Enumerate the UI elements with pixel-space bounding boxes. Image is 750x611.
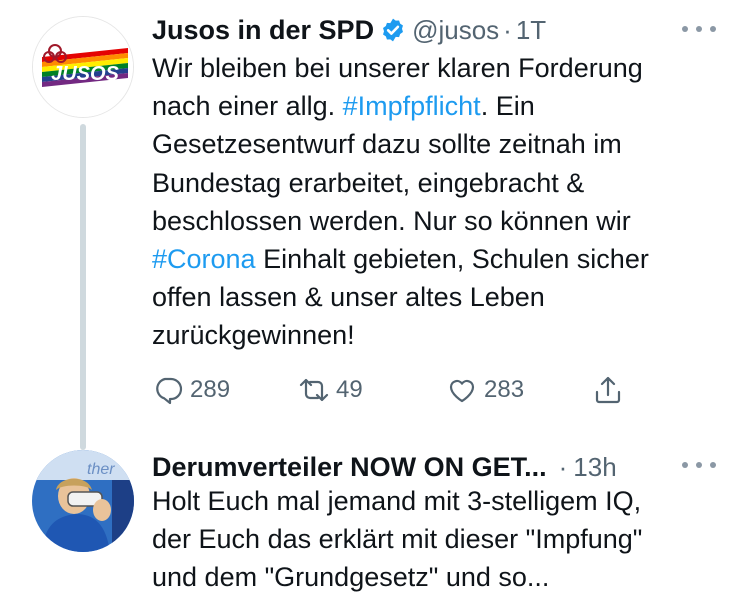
display-name[interactable]: Derumverteiler NOW ON GET... bbox=[152, 452, 547, 483]
tweet-text-segment: beschlossen werden. Nur so können wir bbox=[152, 205, 631, 236]
tweet-text-line: Wir bleiben bei unserer klaren Forderung bbox=[152, 49, 737, 87]
retweet-button[interactable]: 49 bbox=[298, 370, 363, 410]
tweet[interactable]: JUSOS Jusos in der SPD @jusos · 1T Wir b… bbox=[0, 0, 750, 450]
tweet-text-segment: Wir bleiben bei unserer klaren Forderung bbox=[152, 53, 643, 83]
tweet-text-line: und dem "Grundgesetz" und so... bbox=[152, 558, 737, 596]
like-button[interactable]: 283 bbox=[446, 370, 524, 410]
tweet-text-line: Gesetzesentwurf dazu sollte zeitnah im bbox=[152, 125, 737, 163]
tweet-text-line: nach einer allg. #Impfpflicht. Ein bbox=[152, 87, 737, 125]
separator-dot: · bbox=[558, 451, 568, 482]
hashtag-link[interactable]: #Corona bbox=[152, 244, 256, 274]
reply-icon bbox=[156, 377, 183, 405]
tweet-header: Derumverteiler NOW ON GET... · 13h bbox=[152, 449, 617, 485]
tweet-text: Holt Euch mal jemand mit 3-stelligem IQ,… bbox=[152, 482, 737, 597]
tweet-text-line: Bundestag erarbeitet, eingebracht & bbox=[152, 164, 737, 202]
tweet-text-line: Holt Euch mal jemand mit 3-stelligem IQ, bbox=[152, 482, 737, 520]
tweet-text-segment: Holt Euch mal jemand mit 3-stelligem IQ, bbox=[152, 486, 642, 516]
avatar-jusos[interactable]: JUSOS bbox=[32, 16, 134, 118]
tweet-text-line: #Corona Einhalt gebieten, Schulen sicher bbox=[152, 240, 737, 278]
retweet-icon bbox=[299, 378, 329, 402]
verified-badge-icon bbox=[383, 18, 404, 42]
tweet-text-segment: der Euch das erklärt mit dieser "Impfung… bbox=[152, 524, 643, 555]
display-name[interactable]: Jusos in der SPD bbox=[152, 15, 374, 46]
separator-dot: · bbox=[503, 14, 512, 45]
tweet[interactable]: ther Derumverteiler NOW ON GET... · 13h … bbox=[0, 440, 750, 611]
hashtag-link[interactable]: #Impfpflicht bbox=[343, 91, 481, 121]
tweet-text-line: der Euch das erklärt mit dieser "Impfung… bbox=[152, 520, 737, 558]
tweet-text-line: offen lassen & unser altes Leben bbox=[152, 278, 737, 316]
tweet-actions: 289 49 283 bbox=[152, 370, 632, 410]
jusos-logo: JUSOS bbox=[33, 17, 133, 117]
tweet-text-segment: . Ein bbox=[480, 91, 535, 122]
tweet-text-segment: nach einer allg. bbox=[152, 91, 343, 122]
profile-photo: ther bbox=[32, 450, 134, 552]
tweet-text-segment: Bundestag erarbeitet, eingebracht & bbox=[152, 167, 585, 198]
timestamp[interactable]: 13h bbox=[573, 452, 616, 483]
username[interactable]: @jusos bbox=[412, 15, 499, 46]
share-button[interactable] bbox=[592, 370, 624, 410]
thread-line bbox=[80, 124, 86, 450]
timestamp[interactable]: 1T bbox=[516, 15, 546, 46]
tweet-text-segment: zurückgewinnen! bbox=[152, 320, 355, 351]
like-count: 283 bbox=[484, 376, 525, 403]
share-icon bbox=[595, 376, 621, 404]
svg-text:ther: ther bbox=[87, 461, 115, 478]
tweet-text-segment: offen lassen & unser altes Leben bbox=[152, 282, 545, 313]
tweet-text-line: zurückgewinnen! bbox=[152, 316, 737, 354]
avatar-derumverteiler[interactable]: ther bbox=[32, 450, 134, 552]
reply-button[interactable]: 289 bbox=[152, 370, 230, 410]
more-icon[interactable] bbox=[682, 458, 716, 472]
tweet-header: Jusos in der SPD @jusos · 1T bbox=[152, 12, 546, 48]
svg-text:JUSOS: JUSOS bbox=[51, 63, 119, 85]
like-icon bbox=[449, 379, 475, 403]
reply-count: 289 bbox=[190, 376, 231, 403]
tweet-text-line: beschlossen werden. Nur so können wir bbox=[152, 202, 737, 240]
retweet-count: 49 bbox=[336, 376, 363, 403]
tweet-text-segment: und dem "Grundgesetz" und so... bbox=[152, 562, 550, 593]
tweet-text: Wir bleiben bei unserer klaren Forderung… bbox=[152, 49, 737, 355]
more-icon[interactable] bbox=[682, 22, 716, 36]
tweet-text-segment: Einhalt gebieten, Schulen sicher bbox=[255, 244, 649, 275]
tweet-text-segment: Gesetzesentwurf dazu sollte zeitnah im bbox=[152, 129, 622, 160]
